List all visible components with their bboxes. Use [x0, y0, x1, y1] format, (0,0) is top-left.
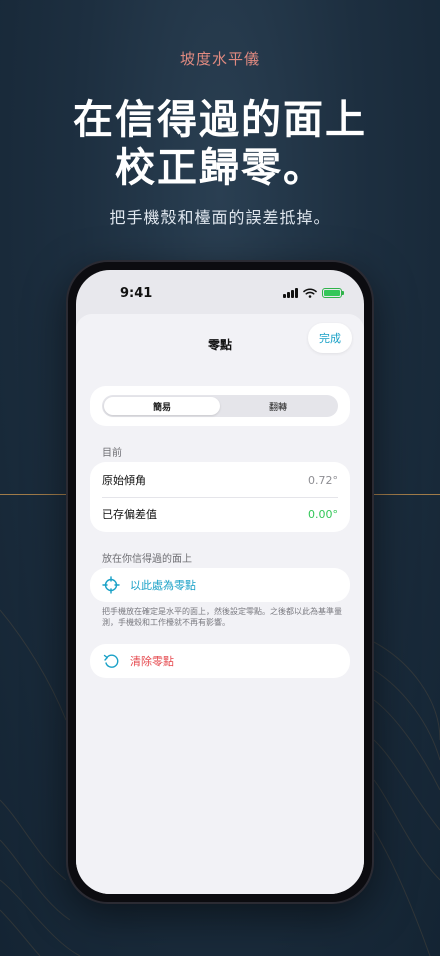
promo-headline: 在信得過的面上 校正歸零。 — [0, 96, 440, 192]
mode-segmented-control: 簡易 翻轉 — [102, 395, 338, 417]
segment-simple[interactable]: 簡易 — [104, 397, 220, 415]
saved-offset-label: 已存偏差值 — [102, 508, 157, 521]
raw-tilt-value: 0.72° — [308, 473, 338, 487]
phone-frame: 9:41 零點 完成 簡易 翻轉 目前 原始傾角 0.72° 已存偏差值 0.0… — [66, 260, 374, 904]
set-zero-label: 以此處為零點 — [130, 579, 196, 592]
clear-zero-button[interactable]: 清除零點 — [90, 644, 350, 678]
counterclockwise-arrow-icon — [103, 654, 119, 668]
headline-line-1: 在信得過的面上 — [73, 97, 367, 143]
wifi-icon — [303, 288, 317, 298]
phone-screen: 9:41 零點 完成 簡易 翻轉 目前 原始傾角 0.72° 已存偏差值 0.0… — [76, 270, 364, 894]
battery-icon — [322, 288, 344, 298]
segment-flip[interactable]: 翻轉 — [220, 397, 336, 415]
raw-tilt-row: 原始傾角 0.72° — [102, 463, 338, 497]
crosshair-icon — [102, 576, 120, 594]
cellular-signal-icon — [283, 288, 298, 298]
set-zero-hint: 把手機放在確定是水平的面上，然後設定零點。之後都以此為基準量測，手機殼和工作檯就… — [102, 607, 342, 627]
app-name-eyebrow: 坡度水平儀 — [179, 50, 260, 68]
status-bar: 9:41 — [76, 270, 364, 314]
current-values-card: 原始傾角 0.72° 已存偏差值 0.00° — [90, 462, 350, 532]
saved-offset-value: 0.00° — [308, 507, 338, 521]
clear-zero-label: 清除零點 — [130, 655, 174, 668]
place-section-label: 放在你信得過的面上 — [102, 554, 192, 565]
headline-line-2: 校正歸零。 — [115, 145, 325, 191]
status-time: 9:41 — [120, 286, 153, 301]
set-zero-button[interactable]: 以此處為零點 — [90, 568, 350, 602]
done-button[interactable]: 完成 — [308, 323, 352, 353]
zero-point-sheet: 零點 完成 簡易 翻轉 目前 原始傾角 0.72° 已存偏差值 0.00° 放在… — [76, 314, 364, 894]
status-icons — [283, 288, 344, 298]
accent-line-left — [0, 494, 68, 495]
current-section-label: 目前 — [102, 448, 122, 459]
accent-line-right — [370, 494, 440, 495]
saved-offset-row: 已存偏差值 0.00° — [102, 497, 338, 531]
raw-tilt-label: 原始傾角 — [102, 474, 146, 487]
mode-card: 簡易 翻轉 — [90, 386, 350, 426]
promo-subline: 把手機殼和檯面的誤差抵掉。 — [109, 208, 331, 227]
